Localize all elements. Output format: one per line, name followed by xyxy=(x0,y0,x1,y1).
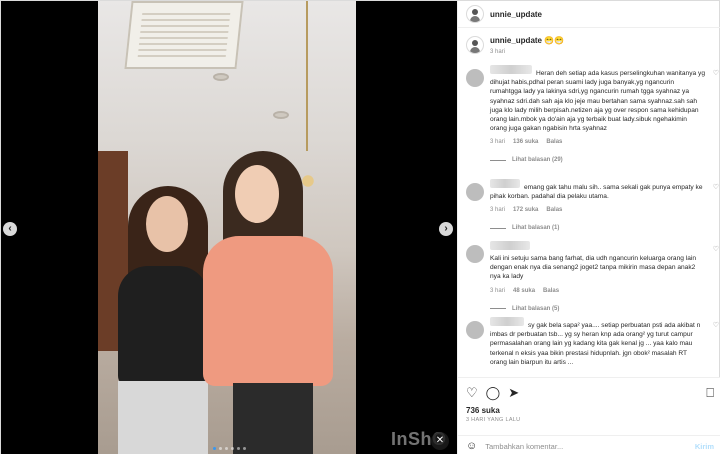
speaker-off-icon[interactable]: ✕ xyxy=(431,432,449,450)
blurred-username xyxy=(490,65,532,74)
post-modal: InShO ✕ ‹ › unnie_update unnie_update 😁😁… xyxy=(0,0,720,454)
heart-icon[interactable]: ♡ xyxy=(713,321,719,329)
post-date: 3 HARI YANG LALU xyxy=(466,417,521,423)
heart-icon[interactable]: ♡ xyxy=(713,245,719,253)
post-header: unnie_update xyxy=(458,1,720,28)
reply-button[interactable]: Balas xyxy=(546,139,562,145)
avatar[interactable] xyxy=(466,5,484,23)
comment-item: sy gak bela sapa² yaa.... setiap perbuat… xyxy=(458,317,720,377)
carousel-dots xyxy=(213,447,246,450)
reply-button[interactable]: Balas xyxy=(546,207,562,213)
post-media[interactable]: InShO ✕ ‹ › xyxy=(1,1,457,454)
heart-icon[interactable]: ♡ xyxy=(466,386,478,400)
chevron-left-icon[interactable]: ‹ xyxy=(3,222,17,236)
comment-text: emang gak tahu malu sih.. sama sekali ga… xyxy=(490,184,703,201)
caption-text: 😁😁 xyxy=(544,36,565,45)
view-replies-button[interactable]: Lihat balasan (5) xyxy=(490,306,705,312)
view-replies-button[interactable]: Lihat balasan (29) xyxy=(490,157,705,163)
heart-icon[interactable]: ♡ xyxy=(713,69,719,77)
video-frame[interactable] xyxy=(98,1,356,454)
comment-likes[interactable]: 172 suka xyxy=(513,207,538,213)
caption-age: 3 hari xyxy=(490,49,506,55)
avatar[interactable] xyxy=(466,183,484,201)
chevron-right-icon[interactable]: › xyxy=(439,222,453,236)
username-link[interactable]: unnie_update xyxy=(490,36,542,45)
username-link[interactable]: unnie_update xyxy=(490,10,542,19)
smiley-icon[interactable]: ☺ xyxy=(466,440,477,452)
comment-age: 3 hari xyxy=(490,287,506,294)
ceiling-light xyxy=(273,111,289,119)
person-left xyxy=(118,186,208,454)
ceiling-light xyxy=(213,73,229,81)
comment-age: 3 hari xyxy=(490,207,506,214)
blurred-username xyxy=(490,241,530,250)
comment-age: 3 hari xyxy=(490,139,506,146)
person-right xyxy=(203,151,343,454)
blurred-username xyxy=(490,179,520,188)
post-actions: ♡ ◯ ➤ ⎕ 736 suka 3 HARI YANG LALU ☺ Kiri… xyxy=(458,377,720,454)
comment-item: Kali ini setuju sama bang farhat, dia ud… xyxy=(458,241,720,317)
post-sidebar: unnie_update unnie_update 😁😁 3 hari Hera… xyxy=(457,1,720,454)
reply-button[interactable]: Balas xyxy=(543,288,559,294)
comment-list[interactable]: Heran deh setiap ada kasus perselingkuha… xyxy=(458,65,720,383)
likes-count[interactable]: 736 suka xyxy=(458,400,720,415)
comment-likes[interactable]: 136 suka xyxy=(513,139,538,145)
avatar[interactable] xyxy=(466,321,484,339)
comment-likes[interactable]: 48 suka xyxy=(513,288,535,294)
send-icon[interactable]: ➤ xyxy=(508,386,519,400)
comment-item: emang gak tahu malu sih.. sama sekali ga… xyxy=(458,179,720,241)
avatar[interactable] xyxy=(466,69,484,87)
avatar[interactable] xyxy=(466,36,484,54)
add-comment-bar: ☺ Kirim xyxy=(458,435,720,454)
view-replies-button[interactable]: Lihat balasan (1) xyxy=(490,225,705,231)
heart-icon[interactable]: ♡ xyxy=(713,183,719,191)
post-caption: unnie_update 😁😁 3 hari xyxy=(458,28,720,55)
comment-icon[interactable]: ◯ xyxy=(486,386,501,400)
comment-input[interactable] xyxy=(485,441,666,451)
ceiling-ac-unit xyxy=(124,1,244,69)
send-comment-button[interactable]: Kirim xyxy=(695,442,714,451)
blurred-username xyxy=(490,317,524,326)
bookmark-icon[interactable]: ⎕ xyxy=(706,386,714,400)
comment-item: Heran deh setiap ada kasus perselingkuha… xyxy=(458,65,720,179)
comment-text: Heran deh setiap ada kasus perselingkuha… xyxy=(490,70,705,133)
avatar[interactable] xyxy=(466,245,484,263)
